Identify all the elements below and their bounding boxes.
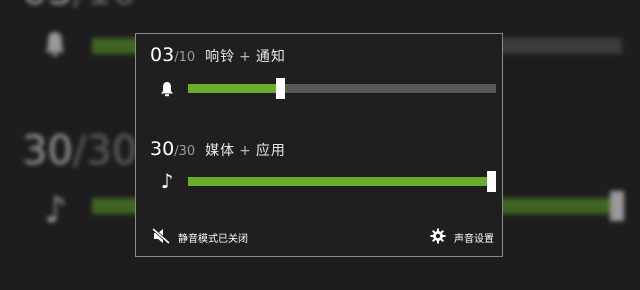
- notification-volume-fill: [188, 84, 281, 93]
- bell-icon: [158, 80, 176, 98]
- notification-volume-total: /10: [174, 50, 196, 65]
- media-volume-thumb[interactable]: [487, 171, 496, 192]
- notification-volume-count: 03: [150, 44, 175, 66]
- media-volume-total: /30: [174, 144, 196, 159]
- media-volume-label: 媒体 + 应用: [205, 143, 286, 159]
- music-note-icon: ♪: [160, 169, 174, 193]
- flyout-actions: 静音模式已关闭 声音设置: [136, 227, 502, 248]
- media-volume-count: 30: [150, 138, 175, 160]
- speaker-muted-icon: [152, 227, 170, 247]
- bg-media-count: 30/30: [22, 128, 138, 174]
- media-volume-fill: [188, 177, 496, 186]
- notification-volume-title: 03 /10 响铃 + 通知: [150, 44, 286, 66]
- media-volume-slider[interactable]: [188, 171, 496, 192]
- notification-volume-thumb[interactable]: [276, 78, 286, 99]
- sound-settings-label: 声音设置: [454, 234, 494, 245]
- gear-icon: [430, 228, 446, 247]
- notification-volume-slider[interactable]: [188, 78, 496, 99]
- volume-flyout: 03 /10 响铃 + 通知 30 /30 媒体 + 应用 ♪ 静音模式已关闭 …: [135, 33, 503, 257]
- media-volume-title: 30 /30 媒体 + 应用: [150, 138, 286, 160]
- silent-mode-label: 静音模式已关闭: [178, 234, 248, 245]
- silent-mode-toggle[interactable]: 静音模式已关闭: [152, 227, 248, 247]
- bg-media-thumb: [610, 191, 624, 221]
- bg-music-note-icon: ♪: [44, 190, 67, 231]
- sound-settings-button[interactable]: 声音设置: [430, 228, 494, 247]
- bg-bell-icon: [42, 30, 68, 66]
- notification-volume-label: 响铃 + 通知: [205, 49, 286, 65]
- bg-notification-count: 03/10: [22, 0, 137, 14]
